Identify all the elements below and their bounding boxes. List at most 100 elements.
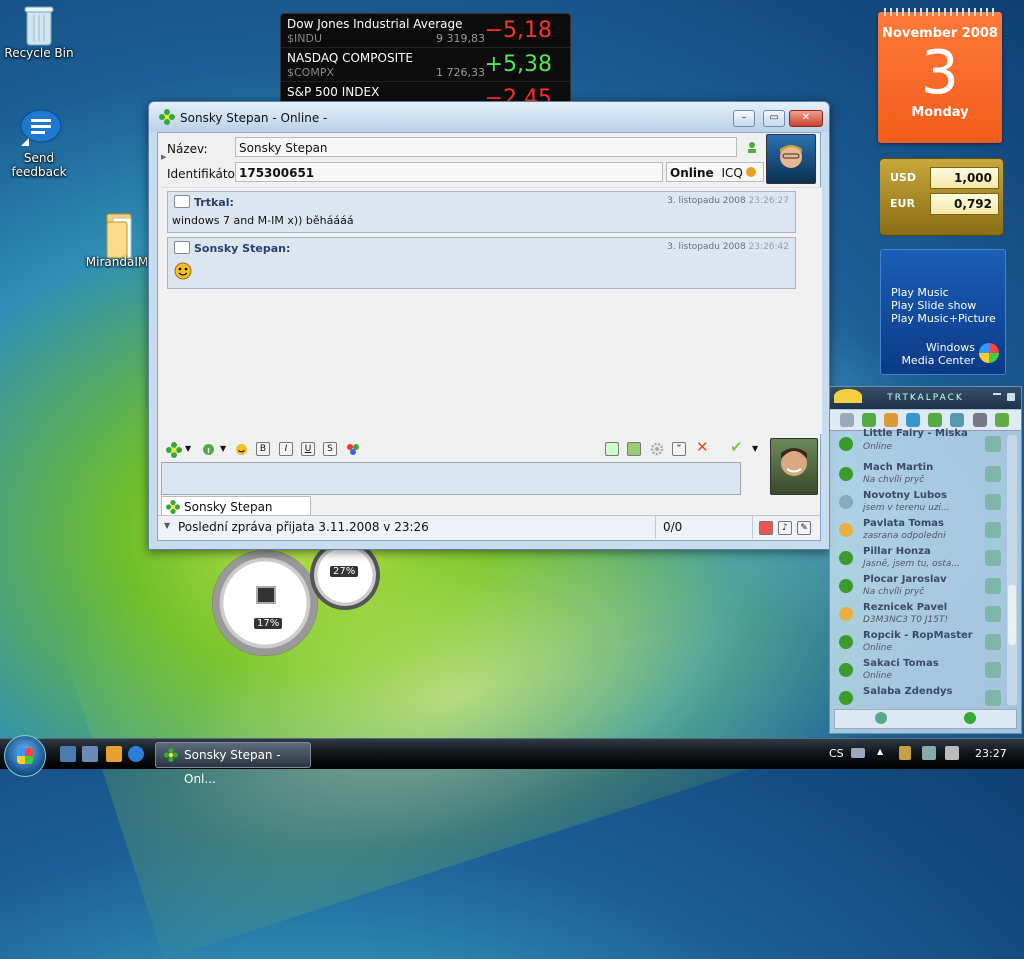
web-icon[interactable] [906,413,920,427]
stock-row[interactable]: Dow Jones Industrial Average $INDU 9 319… [281,14,570,48]
options-list-icon[interactable] [973,413,987,427]
contact-item[interactable]: Ropcik - RopMaster Online [830,629,1005,657]
desktop-icon-send-feedback[interactable]: Send feedback [0,108,84,179]
user-details-icon[interactable] [746,141,758,153]
chat-titlebar[interactable]: Sonsky Stepan - Online - – ▭ ✕ [149,102,829,132]
message-input[interactable] [161,462,741,495]
media-center-play-music[interactable]: Play Music [891,286,949,299]
contact-item[interactable]: Plocar Jaroslav Na chvíli pryč [830,573,1005,601]
find-users-icon[interactable] [884,413,898,427]
media-center-play-music-picture[interactable]: Play Music+Picture [891,312,996,325]
contact-name: Mach Martin [863,462,934,473]
safely-remove-icon[interactable] [899,746,911,760]
currency-code: EUR [890,197,915,210]
send-file-icon[interactable] [627,442,641,456]
stocks-gadget[interactable]: Dow Jones Industrial Average $INDU 9 319… [280,13,571,105]
miranda-menu-icon[interactable] [862,413,876,427]
message-item: Trtkal: 3. listopadu 2008 23:26:27 windo… [167,191,796,233]
message-sender: Trtkal: [174,195,234,209]
history-icon[interactable] [605,442,619,456]
volume-muted-icon[interactable] [945,746,959,760]
contact-item[interactable]: Pillar Honza Jasně, jsem tu, osta... [830,545,1005,573]
contact-item[interactable]: Pavlata Tomas zasrana odpoledni [830,517,1005,545]
settings-gear-icon[interactable] [650,442,664,456]
info-icon[interactable] [202,443,215,456]
spellcheck-icon[interactable]: ✎ [797,521,811,535]
id-field[interactable]: 175300651 [235,162,663,182]
contact-list-scrollbar[interactable] [1007,435,1017,705]
media-center-play-slideshow[interactable]: Play Slide show [891,299,976,312]
contact-item[interactable]: Reznicek Pavel D3M3NC3 T0 J15T! [830,601,1005,629]
id-label: Identifikátor: [167,167,244,181]
windows-logo-icon [979,343,999,363]
internet-explorer-icon[interactable] [128,746,144,762]
emoticon-button-icon[interactable] [235,443,248,456]
dropdown-arrow-icon[interactable]: ▼ [220,444,226,453]
ram-usage-label: 27% [330,566,359,577]
cpu-meter-gadget[interactable]: 17% 27% [212,540,384,656]
contact-item[interactable]: Little Fairy - Miska Online [830,428,1005,459]
minimize-button[interactable]: – [733,110,755,127]
show-offline-icon[interactable] [928,413,942,427]
sound-icon[interactable]: ♪ [778,521,792,535]
protocol-icon [985,634,1001,650]
stock-row[interactable]: NASDAQ COMPOSITE $COMPX 1 726,33 +5,38 [281,48,570,82]
network-icon[interactable] [922,746,936,760]
statusbar-menu-arrow-icon[interactable]: ▼ [164,521,170,530]
stock-symbol: $COMPX [287,66,334,79]
cancel-x-icon[interactable]: ✕ [696,438,709,456]
quote-icon[interactable]: ” [672,442,686,456]
strikethrough-icon[interactable]: S [323,442,337,456]
scrollbar-thumb[interactable] [1008,585,1016,645]
desktop-icon-recycle-bin[interactable]: Recycle Bin [0,3,84,60]
minimize-icon[interactable] [993,393,1001,395]
collapse-arrow-icon[interactable]: ▶ [161,153,166,161]
language-indicator[interactable]: CS [829,747,844,760]
typing-notify-icon[interactable] [759,521,773,535]
search-icon[interactable] [875,712,887,724]
protocol-text: ICQ [721,166,743,180]
underline-icon[interactable]: U [301,442,315,456]
currency-row[interactable]: USD 1,000 [884,167,999,189]
switch-windows-icon[interactable] [82,746,98,762]
bold-icon[interactable]: B [256,442,270,456]
media-center-gadget[interactable]: Play Music Play Slide show Play Music+Pi… [880,249,1006,375]
contact-item[interactable]: Mach Martin Na chvíli pryč [830,461,1005,489]
start-button[interactable] [4,735,46,777]
contact-item[interactable]: Novotny Lubos jsem v terenu uzi... [830,489,1005,517]
keyboard-icon[interactable] [851,748,865,758]
contact-list-window[interactable]: TRTKALPACK Little Fairy - Miska Online M… [829,386,1022,734]
maximize-button[interactable]: ▭ [763,110,785,127]
contact-status-message: D3M3NC3 T0 J15T! [863,615,949,625]
show-desktop-icon[interactable] [60,746,76,762]
show-hidden-icons-arrow[interactable]: ▲ [877,747,883,756]
settings-icon[interactable] [840,413,854,427]
currency-gadget[interactable]: USD 1,000 EUR 0,792 [879,158,1004,236]
calendar-rings [884,8,996,16]
protocol-menu-icon[interactable] [166,442,182,458]
name-field[interactable]: Sonsky Stepan [235,137,737,157]
trtkal-logo-icon [834,389,862,403]
send-check-icon[interactable]: ✔ [730,438,743,456]
calendar-gadget[interactable]: November 2008 3 Monday [878,8,1002,143]
groups-icon[interactable] [950,413,964,427]
message-incoming-icon [174,195,190,208]
dropdown-arrow-icon[interactable]: ▼ [185,444,191,453]
chat-window[interactable]: Sonsky Stepan - Online - – ▭ ✕ ▶ Název: … [148,101,830,550]
contact-item[interactable]: Sakaci Tomas Online [830,657,1005,685]
close-button[interactable]: ✕ [789,110,823,127]
contact-status-message: Online [863,442,893,452]
status-icon[interactable] [995,413,1009,427]
chat-client-area: ▶ Název: Sonsky Stepan Identifikátor: 17… [157,132,822,541]
contact-name: Novotny Lubos [863,490,947,501]
currency-row[interactable]: EUR 0,792 [884,193,999,215]
taskbar-chat-window-button[interactable]: Sonsky Stepan - Onl... [155,742,311,786]
media-player-icon[interactable] [106,746,122,762]
message-log[interactable]: Trtkal: 3. listopadu 2008 23:26:27 windo… [162,187,822,434]
dropdown-arrow-icon[interactable]: ▼ [752,444,758,453]
close-icon[interactable] [1007,393,1015,401]
status-menu-icon[interactable] [964,712,976,724]
system-clock[interactable]: 23:27 [975,747,1007,760]
italic-icon[interactable]: I [279,442,293,456]
color-icon[interactable] [346,442,360,456]
